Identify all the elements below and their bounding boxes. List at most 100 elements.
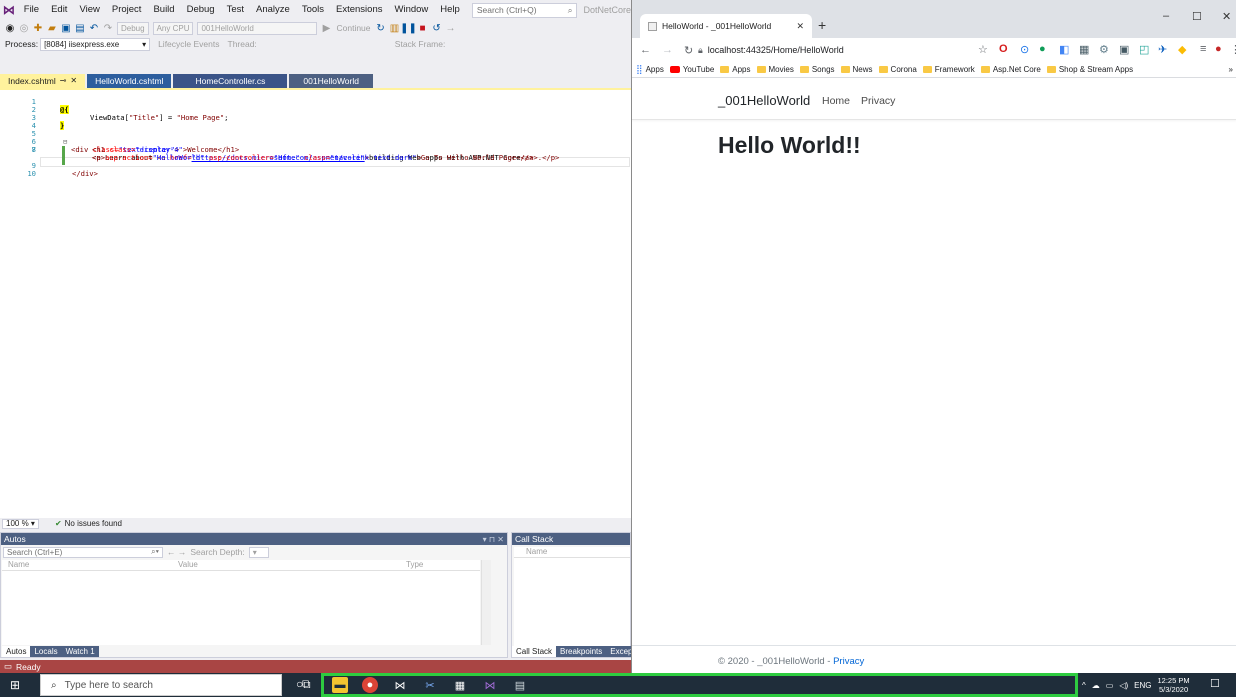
menu-build[interactable]: Build [147,0,180,20]
bookmark-shop-stream[interactable]: Shop & Stream Apps [1046,65,1133,74]
footer-privacy-link[interactable]: Privacy [833,656,864,667]
colorful-extension-icon[interactable]: ◆ [1178,43,1186,56]
media-extension-icon[interactable]: ⊙ [1020,43,1029,56]
open-file-icon[interactable]: ▰ [45,21,59,35]
startup-project-dropdown[interactable]: 001HelloWorld [197,21,318,35]
cast-extension-icon[interactable]: ▣ [1119,43,1129,56]
menu-tools[interactable]: Tools [296,0,330,20]
restart-icon[interactable]: ↺ [430,21,444,35]
bookmark-apps-folder[interactable]: Apps [720,65,751,74]
menu-window[interactable]: Window [389,0,435,20]
task-view-icon[interactable]: ⧉ [302,677,311,692]
bookmark-youtube[interactable]: YouTube [669,65,714,74]
tab-locals[interactable]: Locals [30,646,62,657]
menu-debug[interactable]: Debug [181,0,221,20]
pane-controls-icon[interactable]: ▾ ⊓ ✕ [483,535,504,544]
save-all-icon[interactable]: ▤ [73,21,87,35]
maximize-icon[interactable]: ☐ [1192,10,1202,23]
menu-test[interactable]: Test [221,0,250,20]
green-extension-icon[interactable]: ● [1039,43,1046,55]
bookmark-corona[interactable]: Corona [878,65,917,74]
menu-project[interactable]: Project [106,0,148,20]
browser-tab[interactable]: HelloWorld - _001HelloWorld ✕ [640,14,812,38]
call-stack-grid[interactable]: Name [514,547,630,646]
solution-config-dropdown[interactable]: Debug [117,21,149,35]
bookmark-songs[interactable]: Songs [799,65,835,74]
translate-extension-icon[interactable]: ◧ [1059,43,1069,56]
chrome-menu-icon[interactable]: ⋮ [1230,43,1236,56]
save-icon[interactable]: ▣ [59,21,73,35]
bookmark-movies[interactable]: Movies [756,65,794,74]
more-bookmarks-button[interactable]: » [1229,65,1233,74]
undo-icon[interactable]: ↶ [87,21,101,35]
continue-icon[interactable]: ▶ [319,21,333,35]
windows-start-icon[interactable]: ⊞ [10,678,24,692]
bookmark-framework[interactable]: Framework [922,65,975,74]
close-icon[interactable]: ✕ [70,74,77,88]
store-icon[interactable]: ▦ [452,677,468,693]
profile-avatar-icon[interactable]: ● [1215,43,1222,55]
autos-grid[interactable]: Name Value Type [2,560,480,645]
search-depth-dropdown[interactable]: ▾ [248,546,269,558]
file-explorer-icon[interactable]: ▬ [332,677,348,693]
column-type[interactable]: Type [400,560,423,570]
tab-homecontroller-cs[interactable]: HomeController.cs [173,74,288,88]
rocket-extension-icon[interactable]: ✈ [1158,43,1167,56]
menu-extensions[interactable]: Extensions [330,0,388,20]
column-name[interactable]: Name [514,547,547,557]
bookmark-apps-launcher[interactable]: ⣿ Apps [636,64,664,75]
taskbar-search-box[interactable]: ⌕ Type here to search [40,674,282,696]
screenshot-extension-icon[interactable]: ▦ [1079,43,1089,56]
tab-watch-1[interactable]: Watch 1 [61,646,99,657]
forward-icon[interactable]: → [662,44,673,56]
volume-icon[interactable]: ◁) [1119,681,1128,690]
lifecycle-events-dropdown[interactable]: Lifecycle Events [154,39,223,49]
autos-search-input[interactable]: Search (Ctrl+E) ⌕▾ [3,546,163,558]
settings-extension-icon[interactable]: ⚙ [1099,43,1109,56]
pin-icon[interactable]: ⊸ [60,74,67,88]
bookmark-star-icon[interactable]: ☆ [978,43,988,56]
tab-call-stack[interactable]: Call Stack [512,646,557,657]
forward-nav-icon[interactable]: ◎ [17,21,31,35]
language-indicator[interactable]: ENG [1134,681,1151,690]
action-center-icon[interactable]: ☐ [1210,677,1220,690]
pause-icon[interactable]: ❚❚ [400,21,417,35]
process-dropdown[interactable]: [8084] iisexpress.exe ▾ [40,37,151,51]
nav-privacy-link[interactable]: Privacy [861,95,895,107]
menu-edit[interactable]: Edit [45,0,73,20]
tab-001helloworld[interactable]: 001HelloWorld [289,74,373,88]
site-brand-link[interactable]: _001HelloWorld [718,93,810,108]
column-name[interactable]: Name [2,560,172,570]
reload-icon[interactable]: ↻ [684,44,693,57]
menu-help[interactable]: Help [434,0,466,20]
close-tab-icon[interactable]: ✕ [796,21,804,32]
stop-icon[interactable]: ■ [416,21,430,35]
tab-extension-icon[interactable]: ◰ [1139,43,1149,56]
code-editor[interactable]: 1 @{ 2 ViewData["Title"] = "Home Page"; … [0,90,631,518]
bookmark-news[interactable]: News [840,65,873,74]
menu-file[interactable]: File [18,0,45,20]
tab-index-cshtml[interactable]: Index.cshtml ⊸ ✕ [0,74,86,88]
tab-exceptions[interactable]: Exceptio [606,646,631,657]
close-window-icon[interactable]: ✕ [1222,10,1231,23]
issues-indicator[interactable]: ✔ No issues found [55,519,122,528]
search-nav-arrows-icon[interactable]: ← → [167,547,186,557]
continue-button[interactable]: Continue [333,23,373,33]
refresh-icon[interactable]: ↻ [374,21,388,35]
tab-autos[interactable]: Autos [2,646,31,657]
nav-home-link[interactable]: Home [822,95,850,107]
column-value[interactable]: Value [172,560,400,570]
menu-analyze[interactable]: Analyze [250,0,296,20]
new-project-icon[interactable]: ✚ [31,21,45,35]
back-nav-icon[interactable]: ◉ [3,21,17,35]
tools-icon[interactable]: ✂ [422,677,438,693]
autos-scrollbar[interactable] [481,560,491,645]
show-next-statement-icon[interactable]: → [444,21,458,35]
reading-list-icon[interactable]: ≡ [1200,43,1206,55]
tray-chevron-icon[interactable]: ^ [1082,681,1086,690]
tab-breakpoints[interactable]: Breakpoints [556,646,607,657]
vs-search-box[interactable]: Search (Ctrl+Q) ⌕ [471,2,578,18]
back-icon[interactable]: ← [640,44,651,56]
opera-extension-icon[interactable]: O [999,43,1008,55]
new-tab-icon[interactable]: + [818,17,826,33]
